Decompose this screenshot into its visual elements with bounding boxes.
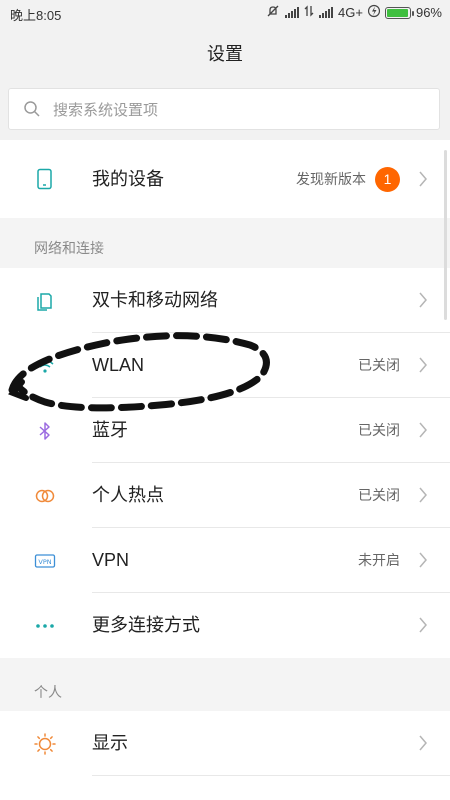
search-icon — [23, 100, 41, 123]
signal-1-icon — [285, 7, 300, 18]
phone-icon — [34, 168, 56, 190]
row-label: 显示 — [92, 733, 128, 753]
row-dual-sim[interactable]: 双卡和移动网络 — [0, 268, 450, 333]
row-label: WLAN — [92, 355, 145, 375]
chevron-right-icon — [418, 735, 428, 756]
update-badge: 1 — [375, 167, 400, 192]
row-label: 个人热点 — [92, 485, 164, 505]
battery-percent: 96% — [415, 5, 442, 20]
network-card: 双卡和移动网络 WLAN 已关闭 蓝牙 已关闭 个人热点 已关闭 VPN VPN… — [0, 268, 450, 658]
row-label: 蓝牙 — [92, 420, 128, 440]
chevron-right-icon — [418, 552, 428, 573]
search-area — [0, 82, 450, 140]
brightness-icon — [34, 733, 56, 755]
row-vpn[interactable]: VPN VPN 未开启 — [0, 528, 450, 593]
more-dots-icon — [34, 615, 56, 637]
charging-icon — [367, 4, 381, 21]
row-hotspot[interactable]: 个人热点 已关闭 — [0, 463, 450, 528]
hotspot-icon — [34, 485, 56, 507]
chevron-right-icon — [418, 487, 428, 508]
signal-2-icon — [319, 7, 334, 18]
row-value: 未开启 — [358, 552, 400, 568]
network-type: 4G+ — [338, 5, 363, 20]
chevron-right-icon — [418, 357, 428, 378]
search-box[interactable] — [8, 88, 440, 130]
sim-card-icon — [34, 290, 56, 312]
status-time: 晚上8:05 — [10, 8, 62, 23]
section-title-network: 网络和连接 — [34, 240, 104, 256]
section-title-personal: 个人 — [34, 684, 62, 700]
battery-level — [386, 8, 409, 17]
vpn-icon: VPN — [34, 550, 56, 572]
wifi-icon — [34, 355, 56, 377]
chevron-right-icon — [418, 292, 428, 313]
row-divider — [92, 775, 450, 776]
row-value: 已关闭 — [358, 487, 400, 503]
battery-icon — [384, 6, 414, 19]
chevron-right-icon — [418, 422, 428, 443]
mute-icon — [266, 4, 280, 21]
my-device-row[interactable]: 我的设备 发现新版本 1 — [0, 140, 450, 218]
row-more-connections[interactable]: 更多连接方式 — [0, 593, 450, 658]
scrollbar[interactable] — [444, 150, 447, 320]
status-bar: 晚上8:05 4G+ 96% — [0, 0, 450, 26]
row-display[interactable]: 显示 — [0, 711, 450, 776]
row-label: 更多连接方式 — [92, 615, 200, 635]
search-input[interactable] — [51, 95, 425, 125]
chevron-right-icon — [418, 617, 428, 638]
row-label: 双卡和移动网络 — [92, 290, 218, 310]
device-card: 我的设备 发现新版本 1 — [0, 140, 450, 218]
row-wlan[interactable]: WLAN 已关闭 — [0, 333, 450, 398]
svg-text:VPN: VPN — [38, 558, 51, 566]
device-update-status: 发现新版本 — [296, 171, 366, 187]
my-device-label: 我的设备 — [92, 169, 164, 189]
page-title: 设置 — [0, 26, 450, 82]
data-transfer-icon — [304, 5, 314, 20]
row-value: 已关闭 — [358, 357, 400, 373]
status-icons: 4G+ 96% — [266, 4, 442, 21]
row-bluetooth[interactable]: 蓝牙 已关闭 — [0, 398, 450, 463]
row-value: 已关闭 — [358, 422, 400, 438]
bluetooth-icon — [34, 420, 56, 442]
chevron-right-icon — [418, 171, 428, 192]
row-label: VPN — [92, 550, 130, 570]
personal-card: 显示 — [0, 711, 450, 800]
